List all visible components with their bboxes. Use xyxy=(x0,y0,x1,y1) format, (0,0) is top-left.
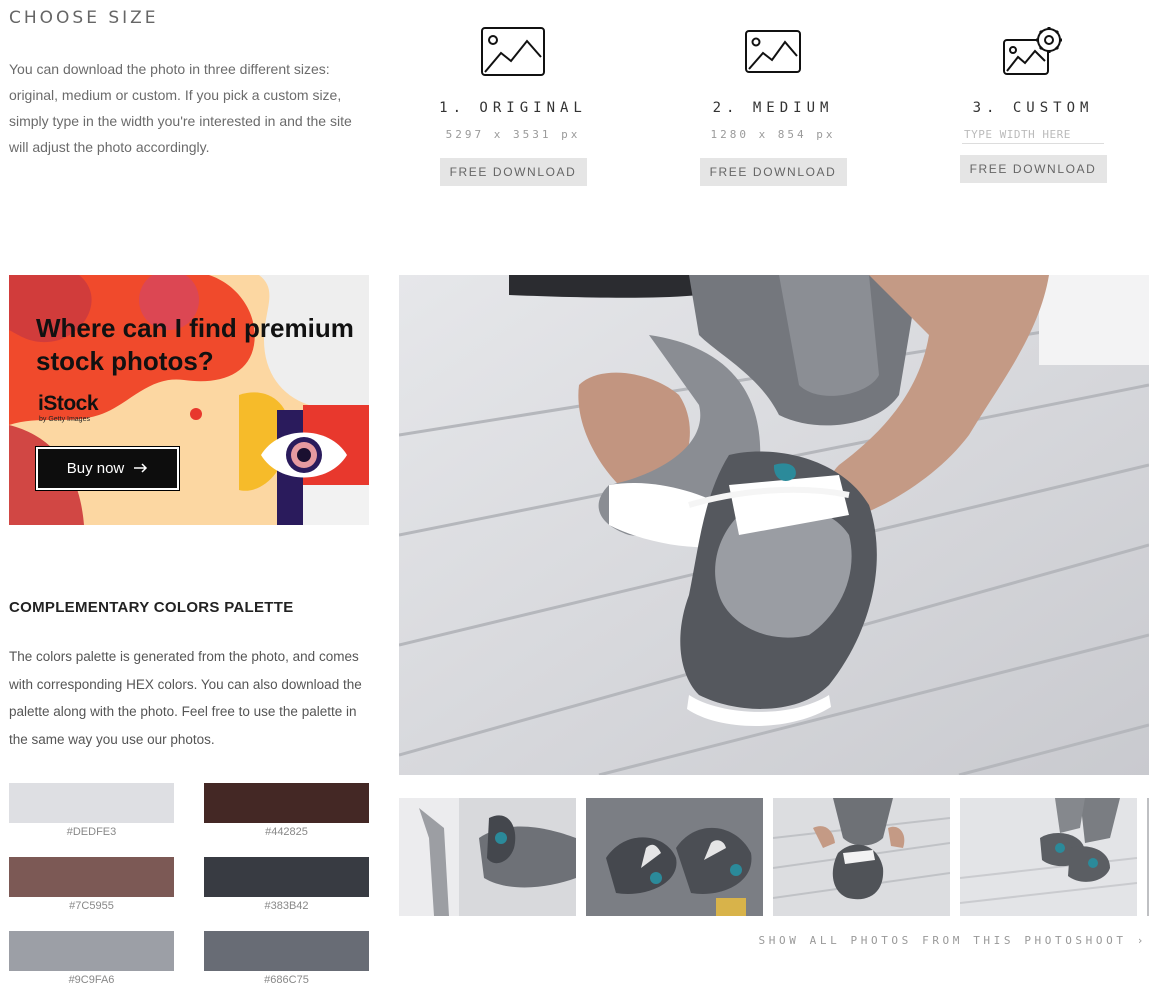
thumbnail-image xyxy=(960,798,1137,916)
palette-description: The colors palette is generated from the… xyxy=(9,649,362,747)
size-option-name: 1. ORIGINAL xyxy=(439,100,587,116)
color-swatch[interactable]: #9C9FA6 xyxy=(9,931,174,986)
istock-ad-banner[interactable]: Where can I find premium stock photos? i… xyxy=(9,275,369,525)
color-chip xyxy=(204,783,369,823)
color-swatch[interactable]: #7C5955 xyxy=(9,857,174,912)
custom-width-input[interactable] xyxy=(962,126,1104,144)
size-option-original: 1. ORIGINAL 5297 x 3531 px FREE DOWNLOAD xyxy=(428,24,598,186)
main-photo[interactable] xyxy=(399,275,1149,775)
color-hex: #9C9FA6 xyxy=(68,974,115,986)
show-all-photoshoot-link[interactable]: SHOW ALL PHOTOS FROM THIS PHOTOSHOOT › xyxy=(759,934,1147,947)
color-swatch[interactable]: #383B42 xyxy=(204,857,369,912)
buy-now-label: Buy now xyxy=(66,460,125,477)
size-option-name: 2. MEDIUM xyxy=(712,100,834,116)
color-chip xyxy=(204,857,369,897)
thumbnail-4[interactable] xyxy=(960,798,1137,916)
istock-logo: iStock xyxy=(38,392,99,415)
color-swatch[interactable]: #DEDFE3 xyxy=(9,783,174,838)
color-hex: #442825 xyxy=(265,826,308,838)
free-download-medium-button[interactable]: FREE DOWNLOAD xyxy=(699,158,847,186)
color-hex: #7C5955 xyxy=(69,900,114,912)
thumbnail-image xyxy=(399,798,576,916)
buy-now-button[interactable]: Buy now xyxy=(35,446,180,491)
image-settings-icon xyxy=(948,24,1118,80)
palette-title: COMPLEMENTARY COLORS PALETTE xyxy=(9,599,294,616)
image-icon xyxy=(428,24,598,80)
free-download-custom-button[interactable]: FREE DOWNLOAD xyxy=(959,155,1107,183)
color-chip xyxy=(9,857,174,897)
arrow-right-icon xyxy=(134,460,148,477)
image-icon xyxy=(688,24,858,80)
color-chip xyxy=(9,931,174,971)
thumbnail-image xyxy=(773,798,950,916)
ad-headline: Where can I find premium stock photos? xyxy=(36,313,354,376)
thumbnail-1[interactable] xyxy=(399,798,576,916)
thumbnail-image xyxy=(586,798,763,916)
photo-shoes-lacing xyxy=(399,275,1149,775)
color-hex: #DEDFE3 xyxy=(66,826,117,838)
size-option-name: 3. CUSTOM xyxy=(972,100,1094,116)
color-hex: #686C75 xyxy=(264,974,309,986)
color-swatch[interactable]: #442825 xyxy=(204,783,369,838)
choose-size-title: CHOOSE SIZE xyxy=(9,8,159,28)
color-swatch[interactable]: #686C75 xyxy=(204,931,369,986)
color-chip xyxy=(9,783,174,823)
free-download-original-button[interactable]: FREE DOWNLOAD xyxy=(439,158,587,186)
size-option-medium: 2. MEDIUM 1280 x 854 px FREE DOWNLOAD xyxy=(688,24,858,186)
thumbnail-2[interactable] xyxy=(586,798,763,916)
choose-size-description: You can download the photo in three diff… xyxy=(9,61,352,155)
color-hex: #383B42 xyxy=(264,900,309,912)
color-chip xyxy=(204,931,369,971)
thumbnail-edge xyxy=(1147,798,1149,916)
size-option-custom: 3. CUSTOM FREE DOWNLOAD xyxy=(948,24,1118,183)
size-option-dimensions: 5297 x 3531 px xyxy=(445,128,581,141)
thumbnail-3[interactable] xyxy=(773,798,950,916)
size-option-dimensions: 1280 x 854 px xyxy=(710,128,836,141)
istock-logo-sub: by Getty Images xyxy=(39,416,90,423)
